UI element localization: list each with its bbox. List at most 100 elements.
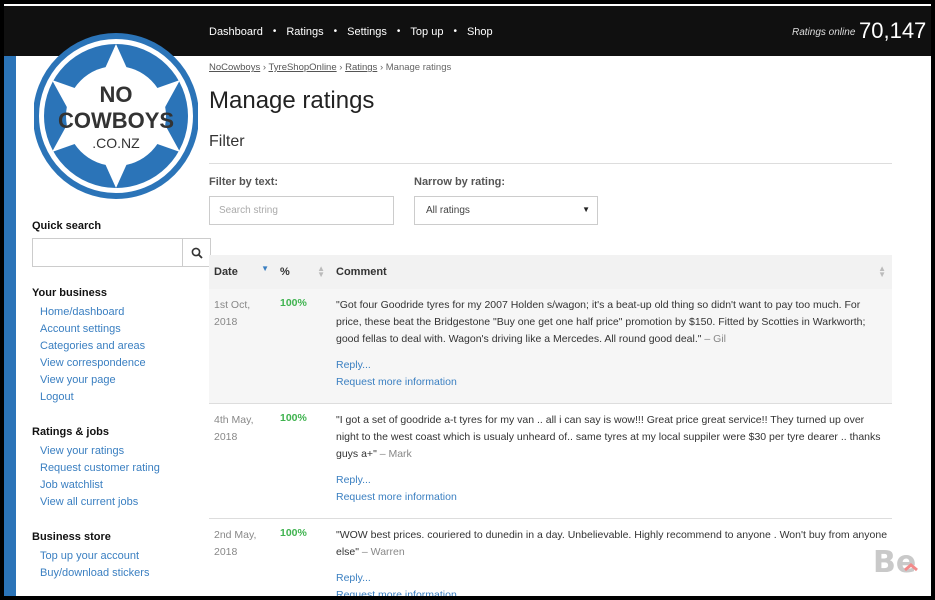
sidebar-heading: Your business	[32, 287, 107, 299]
ratings-online-label: Ratings online	[792, 27, 856, 38]
rating-percent: 100%	[275, 289, 331, 404]
sidebar-item-top-up[interactable]: Top up your account	[40, 548, 212, 565]
column-date[interactable]: Date ▼	[209, 255, 275, 289]
filter-rating-label: Narrow by rating:	[414, 176, 506, 188]
rating-select-value: All ratings	[426, 205, 470, 216]
column-date-label: Date	[214, 266, 238, 278]
rating-comment: "I got a set of goodride a-t tyres for m…	[336, 412, 888, 463]
column-percent-label: %	[280, 266, 290, 278]
sidebar-group-business-store: Business store Top up your account Buy/d…	[32, 531, 212, 582]
quick-search-heading: Quick search	[32, 220, 102, 232]
column-comment[interactable]: Comment ▲ ▼	[331, 255, 892, 289]
behance-watermark: Be	[873, 545, 918, 578]
quick-search-input[interactable]	[33, 239, 182, 266]
nav-separator: •	[333, 26, 338, 37]
comment-text: "Got four Goodride tyres for my 2007 Hol…	[336, 299, 866, 345]
reply-link[interactable]: Reply...	[336, 570, 888, 587]
sidebar-heading: Business store	[32, 531, 111, 543]
column-comment-label: Comment	[336, 266, 387, 278]
nav-ratings[interactable]: Ratings	[286, 26, 323, 38]
table-row: 4th May, 2018 100% "I got a set of goodr…	[209, 403, 892, 519]
comment-author: – Warren	[361, 546, 405, 558]
sidebar: Quick search Your business Home/dashboar…	[32, 220, 212, 582]
app-window: Dashboard • Ratings • Settings • Top up …	[4, 4, 931, 596]
rating-comment: "WOW best prices. couriered to dunedin i…	[336, 527, 888, 561]
rating-percent: 100%	[275, 518, 331, 596]
sidebar-item-view-all-jobs[interactable]: View all current jobs	[40, 494, 212, 511]
filter-heading: Filter	[209, 133, 892, 164]
breadcrumb-current: Manage ratings	[385, 62, 452, 73]
ratings-table: Date ▼ % ▲ ▼ Comment ▲ ▼ 1st Oct, 2018 1…	[209, 255, 892, 596]
sidebar-heading: Ratings & jobs	[32, 426, 110, 438]
watermark-text: Be	[873, 545, 916, 578]
page-title: Manage ratings	[209, 87, 375, 114]
sidebar-item-logout[interactable]: Logout	[40, 389, 212, 406]
rating-select[interactable]: All ratings ▼	[414, 196, 598, 225]
sidebar-item-stickers[interactable]: Buy/download stickers	[40, 565, 212, 582]
sort-icon: ▲ ▼	[878, 264, 886, 279]
comment-actions: Reply... Request more information	[336, 357, 888, 391]
sidebar-item-home-dashboard[interactable]: Home/dashboard	[40, 304, 212, 321]
request-info-link[interactable]: Request more information	[336, 374, 888, 391]
sidebar-item-view-ratings[interactable]: View your ratings	[40, 443, 212, 460]
filter-text-input[interactable]: Search string	[209, 196, 394, 225]
comment-text: "I got a set of goodride a-t tyres for m…	[336, 414, 881, 460]
sidebar-item-view-correspondence[interactable]: View correspondence	[40, 355, 212, 372]
comment-actions: Reply... Request more information	[336, 570, 888, 596]
quick-search-button[interactable]	[182, 239, 210, 266]
rating-date: 4th May, 2018	[209, 403, 275, 519]
main-nav: Dashboard • Ratings • Settings • Top up …	[209, 26, 493, 38]
nav-settings[interactable]: Settings	[347, 26, 387, 38]
logo-text-domain: .CO.NZ	[92, 135, 140, 151]
request-info-link[interactable]: Request more information	[336, 489, 888, 506]
nav-separator: •	[453, 26, 457, 37]
nav-dashboard[interactable]: Dashboard	[209, 26, 263, 38]
rating-date: 2nd May, 2018	[209, 518, 275, 596]
rating-percent: 100%	[275, 403, 331, 519]
nav-shop[interactable]: Shop	[467, 26, 493, 38]
breadcrumb-nocowboys[interactable]: NoCowboys	[209, 62, 260, 73]
rating-comment: "Got four Goodride tyres for my 2007 Hol…	[336, 297, 888, 348]
nav-separator: •	[272, 26, 277, 37]
sidebar-group-your-business: Your business Home/dashboard Account set…	[32, 287, 212, 406]
breadcrumb-tyreshoponline[interactable]: TyreShopOnline	[269, 62, 337, 73]
sidebar-item-request-rating[interactable]: Request customer rating	[40, 460, 212, 477]
rating-comment-cell: "Got four Goodride tyres for my 2007 Hol…	[331, 289, 892, 404]
sidebar-item-view-your-page[interactable]: View your page	[40, 372, 212, 389]
sidebar-item-account-settings[interactable]: Account settings	[40, 321, 212, 338]
breadcrumb-separator: ›	[339, 62, 343, 73]
nocowboys-logo[interactable]: NO COWBOYS .CO.NZ	[34, 26, 198, 206]
breadcrumb: NoCowboys › TyreShopOnline › Ratings › M…	[209, 62, 899, 73]
quick-search	[32, 238, 211, 267]
reply-link[interactable]: Reply...	[336, 357, 888, 374]
request-info-link[interactable]: Request more information	[336, 587, 888, 596]
comment-author: – Mark	[379, 448, 412, 460]
column-percent[interactable]: % ▲ ▼	[275, 255, 331, 289]
rating-comment-cell: "I got a set of goodride a-t tyres for m…	[331, 403, 892, 519]
left-accent-strip	[4, 56, 16, 596]
breadcrumb-ratings[interactable]: Ratings	[345, 62, 377, 73]
comment-text: "WOW best prices. couriered to dunedin i…	[336, 529, 888, 558]
sidebar-item-categories-areas[interactable]: Categories and areas	[40, 338, 212, 355]
table-header-row: Date ▼ % ▲ ▼ Comment ▲ ▼	[209, 255, 892, 289]
nav-top-up[interactable]: Top up	[410, 26, 443, 38]
filter-text-label: Filter by text:	[209, 176, 279, 188]
table-row: 2nd May, 2018 100% "WOW best prices. cou…	[209, 518, 892, 596]
breadcrumb-separator: ›	[379, 62, 384, 73]
caret-down-icon: ▼	[582, 205, 590, 214]
sort-icon: ▲ ▼	[317, 264, 325, 279]
table-row: 1st Oct, 2018 100% "Got four Goodride ty…	[209, 289, 892, 404]
comment-author: – Gil	[704, 333, 726, 345]
reply-link[interactable]: Reply...	[336, 472, 888, 489]
main-content: NoCowboys › TyreShopOnline › Ratings › M…	[209, 62, 899, 596]
logo-text-no: NO	[100, 82, 133, 107]
rating-comment-cell: "WOW best prices. couriered to dunedin i…	[331, 518, 892, 596]
search-icon	[191, 247, 203, 259]
ratings-online-count: 70,147	[859, 18, 927, 43]
sidebar-item-job-watchlist[interactable]: Job watchlist	[40, 477, 212, 494]
nav-separator: •	[396, 26, 401, 37]
sidebar-group-ratings-jobs: Ratings & jobs View your ratings Request…	[32, 426, 212, 511]
filter-controls: Filter by text: Search string Narrow by …	[209, 176, 899, 246]
logo-text-cowboys: COWBOYS	[58, 108, 174, 133]
comment-actions: Reply... Request more information	[336, 472, 888, 506]
